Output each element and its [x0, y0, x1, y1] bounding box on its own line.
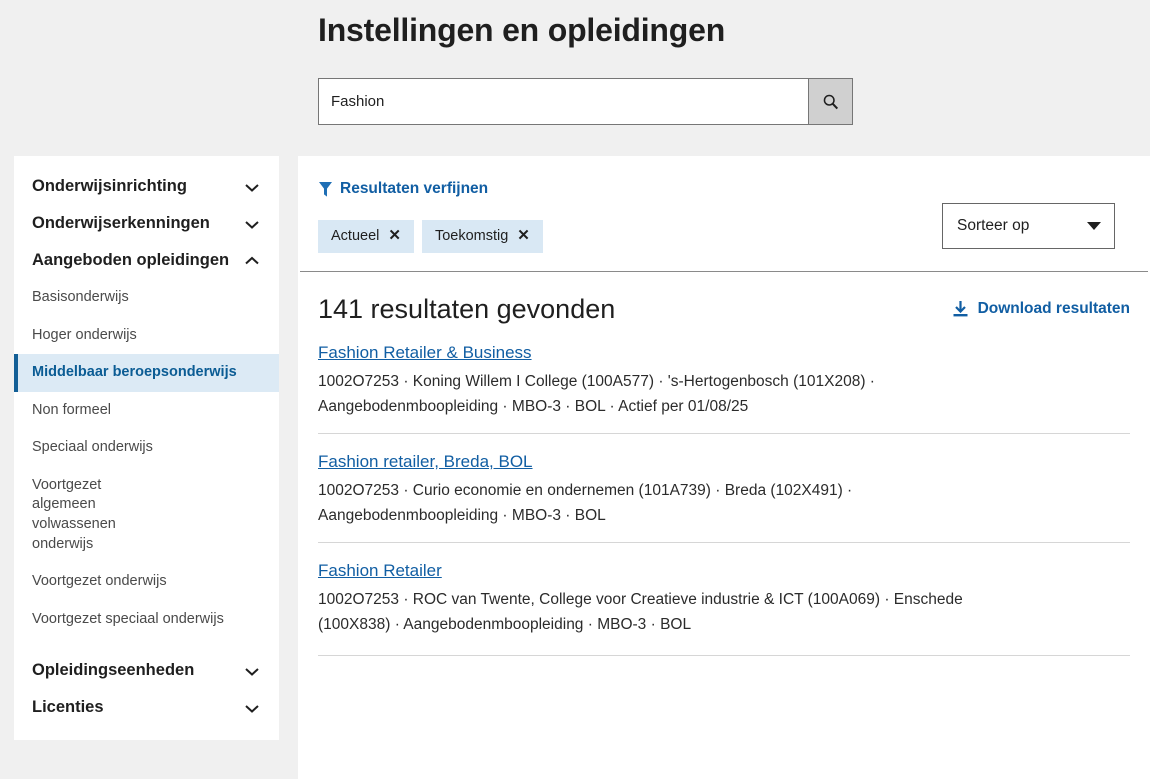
close-icon[interactable]: ✕: [517, 228, 530, 243]
search-input[interactable]: [318, 78, 808, 125]
sidebar-item-basisonderwijs[interactable]: Basisonderwijs: [14, 279, 279, 317]
result-meta: 1002O7253 · Koning Willem I College (100…: [318, 372, 875, 415]
chevron-down-icon: [245, 220, 259, 229]
result-title-link[interactable]: Fashion Retailer & Business: [318, 343, 532, 363]
chevron-down-icon: [245, 667, 259, 676]
page-header: Instellingen en opleidingen: [318, 0, 1150, 125]
result-title-link[interactable]: Fashion retailer, Breda, BOL: [318, 452, 533, 472]
sidebar-group-licenties[interactable]: Licenties: [14, 689, 279, 726]
filter-funnel-icon: [319, 181, 332, 197]
sidebar-group-opleidingseenheden[interactable]: Opleidingseenheden: [14, 652, 279, 689]
sidebar-item-non-formeel[interactable]: Non formeel: [14, 392, 279, 430]
result-item: Fashion Retailer & Business 1002O7253 · …: [318, 325, 1130, 433]
search-icon: [823, 94, 839, 110]
sidebar-item-speciaal-onderwijs[interactable]: Speciaal onderwijs: [14, 429, 279, 467]
filter-chips-row: Actueel ✕ Toekomstig ✕ Sorteer op: [318, 202, 1130, 253]
main-panel: Resultaten verfijnen Actueel ✕ Toekomsti…: [298, 156, 1150, 779]
close-icon[interactable]: ✕: [388, 228, 401, 243]
filter-chip-toekomstig[interactable]: Toekomstig ✕: [421, 219, 543, 253]
chevron-down-icon: [245, 183, 259, 192]
filter-section: Resultaten verfijnen Actueel ✕ Toekomsti…: [298, 156, 1150, 271]
refine-results-label: Resultaten verfijnen: [340, 180, 489, 197]
sidebar: Onderwijsinrichting Onderwijserkenningen…: [14, 156, 279, 741]
page-root: Instellingen en opleidingen Onderwijsinr…: [0, 0, 1150, 779]
filter-chips: Actueel ✕ Toekomstig ✕: [318, 219, 543, 253]
filter-chip-label: Toekomstig: [434, 227, 509, 244]
chevron-up-icon: [245, 256, 259, 264]
result-meta: 1002O7253 · Curio economie en ondernemen…: [318, 481, 853, 524]
search-button[interactable]: [808, 78, 853, 125]
sidebar-item-middelbaar-beroepsonderwijs[interactable]: Middelbaar beroepsonderwijs: [14, 354, 279, 392]
sidebar-group-label: Opleidingseenheden: [32, 661, 195, 680]
sidebar-item-voortgezet-onderwijs[interactable]: Voortgezet onderwijs: [14, 563, 279, 601]
sidebar-group-label: Licenties: [32, 698, 104, 717]
download-icon: [953, 300, 968, 316]
sidebar-group-label: Aangeboden opleidingen: [32, 251, 230, 269]
sidebar-group-onderwijsinrichting[interactable]: Onderwijsinrichting: [14, 168, 279, 205]
sidebar-group-onderwijserkenningen[interactable]: Onderwijserkenningen: [14, 205, 279, 242]
sidebar-item-voortgezet-speciaal-onderwijs[interactable]: Voortgezet speciaal onderwijs: [14, 601, 279, 639]
result-item: Fashion Retailer 1002O7253 · ROC van Twe…: [318, 541, 1130, 651]
result-item: Fashion retailer, Breda, BOL 1002O7253 ·…: [318, 432, 1130, 542]
sort-dropdown-label: Sorteer op: [957, 216, 1030, 234]
sidebar-item-hoger-onderwijs[interactable]: Hoger onderwijs: [14, 317, 279, 355]
result-title-link[interactable]: Fashion Retailer: [318, 561, 442, 581]
results-section: 141 resultaten gevonden Download resulta…: [298, 272, 1150, 657]
refine-results-link[interactable]: Resultaten verfijnen: [318, 180, 488, 198]
sidebar-item-voortgezet-algemeen-volwassenen-onderwijs[interactable]: Voortgezet algemeen volwassenen onderwij…: [14, 467, 184, 563]
download-results-label: Download resultaten: [977, 299, 1130, 317]
results-count: 141 resultaten gevonden: [318, 293, 616, 324]
download-results-link[interactable]: Download resultaten: [952, 300, 1130, 318]
filter-chip-label: Actueel: [331, 227, 380, 244]
sidebar-group-aangeboden-opleidingen[interactable]: Aangeboden opleidingen: [14, 242, 279, 279]
result-meta: 1002O7253 · ROC van Twente, College voor…: [318, 590, 963, 634]
sidebar-group-label: Onderwijsinrichting: [32, 177, 187, 195]
search-bar: [318, 78, 1150, 125]
result-divider: [318, 655, 1130, 657]
sort-dropdown[interactable]: Sorteer op: [942, 202, 1115, 249]
results-header: 141 resultaten gevonden Download resulta…: [318, 294, 1130, 325]
chevron-down-icon: [1087, 221, 1101, 230]
chevron-down-icon: [245, 704, 259, 713]
sidebar-group-label: Onderwijserkenningen: [32, 214, 210, 232]
page-title: Instellingen en opleidingen: [318, 12, 726, 48]
filter-chip-actueel[interactable]: Actueel ✕: [318, 219, 414, 253]
